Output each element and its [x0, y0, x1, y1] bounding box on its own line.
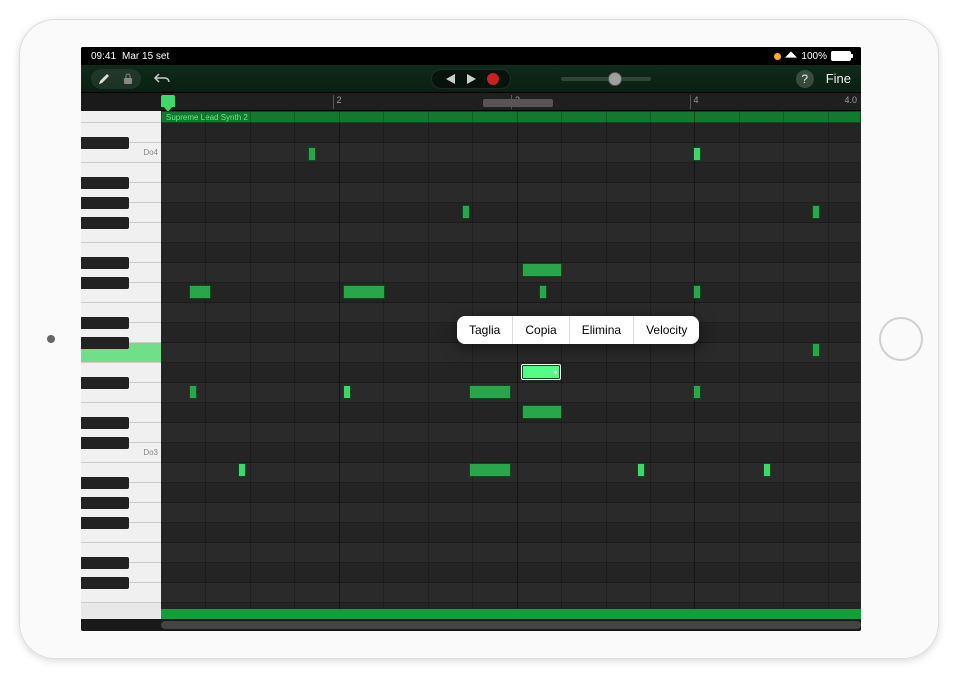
- scrub-region[interactable]: [483, 99, 553, 107]
- midi-note[interactable]: [308, 147, 316, 161]
- black-key[interactable]: [81, 337, 129, 349]
- midi-note[interactable]: [637, 463, 645, 477]
- rewind-button[interactable]: [440, 73, 458, 85]
- region-header[interactable]: Supreme Lead Synth 2: [161, 111, 861, 123]
- midi-note[interactable]: [238, 463, 246, 477]
- midi-note[interactable]: [522, 263, 563, 277]
- black-key[interactable]: [81, 177, 129, 189]
- ruler-end: 4.0: [844, 95, 857, 105]
- toolbar: ? Fine: [81, 65, 861, 93]
- location-icon: [774, 53, 781, 60]
- battery-icon: [831, 51, 851, 61]
- battery-percent: 100%: [801, 51, 827, 62]
- scrollbar-thumb[interactable]: [161, 621, 861, 629]
- status-time: 09:41: [91, 51, 116, 62]
- midi-note[interactable]: [343, 285, 385, 299]
- record-button[interactable]: [484, 73, 502, 85]
- ruler-tick: 2: [333, 95, 342, 109]
- velocity-lane[interactable]: [161, 609, 861, 619]
- context-menu: Taglia Copia Elimina Velocity: [457, 316, 699, 344]
- black-key[interactable]: [81, 517, 129, 529]
- status-date: Mar 15 set: [122, 51, 169, 62]
- zoom-slider[interactable]: [561, 77, 651, 81]
- midi-note[interactable]: [462, 205, 470, 219]
- transport-controls: [431, 69, 511, 89]
- status-bar: 09:41 Mar 15 set 100%: [81, 47, 861, 65]
- timeline-ruler[interactable]: 2 3 4 4.0: [161, 93, 861, 111]
- midi-note[interactable]: [812, 205, 820, 219]
- ruler-tick: 4: [690, 95, 699, 109]
- black-key[interactable]: [81, 437, 129, 449]
- horizontal-scrollbar[interactable]: [161, 619, 861, 631]
- pencil-icon: [95, 73, 113, 85]
- black-key[interactable]: [81, 197, 129, 209]
- black-key[interactable]: [81, 257, 129, 269]
- menu-cut[interactable]: Taglia: [457, 316, 513, 344]
- menu-velocity[interactable]: Velocity: [634, 316, 699, 344]
- black-key[interactable]: [81, 417, 129, 429]
- midi-note[interactable]: [189, 385, 197, 399]
- black-key[interactable]: [81, 277, 129, 289]
- piano-keyboard[interactable]: Do4 Do3: [81, 111, 161, 619]
- black-key[interactable]: [81, 557, 129, 569]
- black-key[interactable]: [81, 217, 129, 229]
- app-screen: 09:41 Mar 15 set 100%: [81, 47, 861, 631]
- record-icon: [487, 73, 499, 85]
- midi-note[interactable]: [763, 463, 771, 477]
- play-button[interactable]: [462, 73, 480, 85]
- playhead[interactable]: [161, 95, 175, 107]
- midi-note[interactable]: [343, 385, 351, 399]
- help-button[interactable]: ?: [796, 70, 814, 88]
- done-button[interactable]: Fine: [826, 71, 851, 86]
- black-key[interactable]: [81, 317, 129, 329]
- menu-delete[interactable]: Elimina: [570, 316, 634, 344]
- midi-note[interactable]: [693, 385, 701, 399]
- midi-note[interactable]: [522, 405, 563, 419]
- wifi-icon: [785, 50, 797, 62]
- midi-note[interactable]: [522, 365, 561, 379]
- black-key[interactable]: [81, 577, 129, 589]
- note-grid[interactable]: Supreme Lead Synth 2 Taglia Copia Elimin…: [161, 111, 861, 619]
- black-key[interactable]: [81, 377, 129, 389]
- black-key[interactable]: [81, 137, 129, 149]
- midi-note[interactable]: [539, 285, 547, 299]
- undo-button[interactable]: [153, 72, 171, 86]
- midi-note[interactable]: [693, 147, 701, 161]
- piano-roll-editor: Do4 Do3: [81, 111, 861, 619]
- midi-note[interactable]: [189, 285, 211, 299]
- midi-note[interactable]: [469, 463, 511, 477]
- camera-icon: [47, 335, 55, 343]
- black-key[interactable]: [81, 477, 129, 489]
- menu-copy[interactable]: Copia: [513, 316, 569, 344]
- edit-mode-toggle[interactable]: [91, 69, 141, 89]
- home-button[interactable]: [879, 317, 923, 361]
- zoom-handle[interactable]: [608, 72, 622, 86]
- black-key[interactable]: [81, 497, 129, 509]
- midi-note[interactable]: [469, 385, 511, 399]
- midi-note[interactable]: [693, 285, 701, 299]
- midi-note[interactable]: [812, 343, 820, 357]
- lock-icon: [119, 73, 137, 85]
- ipad-frame: 09:41 Mar 15 set 100%: [19, 19, 939, 659]
